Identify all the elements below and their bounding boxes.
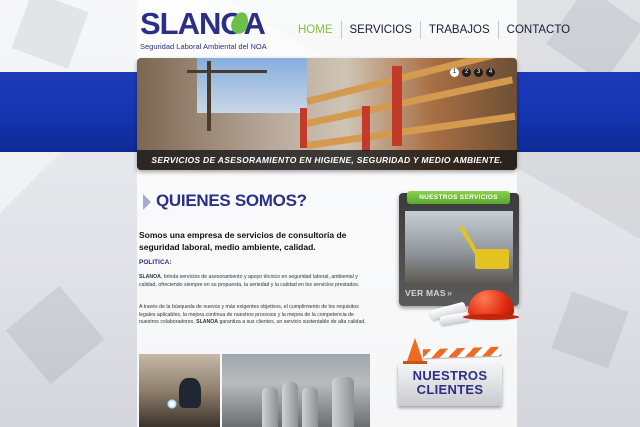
slider-dot[interactable]: 1 <box>450 68 459 77</box>
weld-spark <box>167 399 177 409</box>
silos-photo <box>222 354 370 427</box>
chevron-double-right-icon: » <box>447 288 453 298</box>
nav-contacto[interactable]: CONTACTO <box>497 21 578 39</box>
policy-paragraph-2: A través de la búsqueda de nuevos y más … <box>139 304 371 327</box>
clients-label: NUESTROS CLIENTES <box>398 369 502 397</box>
hero-caption: SERVICIOS DE ASESORAMIENTO EN HIGIENE, S… <box>137 150 517 170</box>
ver-mas-link[interactable]: VER MAS <box>405 288 446 298</box>
hero-post <box>362 106 370 151</box>
triangle-right-icon <box>143 194 151 210</box>
silo <box>262 387 278 427</box>
about-intro: Somos una empresa de servicios de consul… <box>139 230 347 252</box>
slider-dots: 1 2 3 4 <box>450 68 495 77</box>
silo <box>302 387 318 427</box>
about-title: QUIENES SOMOS? <box>156 191 307 210</box>
logo[interactable]: SLANOA Seguridad Laboral Ambiental del N… <box>140 7 275 53</box>
slider-dot[interactable]: 4 <box>486 68 495 77</box>
services-image <box>405 211 513 283</box>
paragraph-text: , brinda servicios de asesoramiento y ap… <box>139 274 360 288</box>
brand-inline: SLANOA <box>139 274 161 280</box>
paragraph-text: garantiza a sus clientes, un servicio su… <box>218 319 366 325</box>
services-title: NUESTROS SERVICIOS <box>407 191 510 204</box>
hero-sky <box>197 58 307 113</box>
nav-trabajos[interactable]: TRABAJOS <box>419 21 498 39</box>
clients-line-1: NUESTROS <box>412 368 488 383</box>
nav-servicios[interactable]: SERVICIOS <box>340 21 420 39</box>
nav-home[interactable]: HOME <box>290 21 341 39</box>
silo <box>282 382 298 427</box>
logo-tagline: Seguridad Laboral Ambiental del NOA <box>140 42 267 51</box>
silo <box>332 377 354 427</box>
hero-crane-arm <box>187 70 267 73</box>
worker-figure <box>179 378 201 408</box>
slider-dot[interactable]: 2 <box>462 68 471 77</box>
hero-crane <box>207 61 211 131</box>
crane-body <box>475 249 509 269</box>
policy-paragraph-1: SLANOA, brinda servicios de asesoramient… <box>139 274 371 289</box>
main-nav: HOME SERVICIOS TRABAJOS CONTACTO <box>290 20 578 40</box>
policy-label: POLITICA: <box>139 259 172 266</box>
hero-post <box>392 66 402 146</box>
welder-photo <box>139 354 220 427</box>
slider-dot[interactable]: 3 <box>474 68 483 77</box>
brand-inline: SLANOA <box>196 319 219 325</box>
hard-hat-brim <box>463 314 519 320</box>
clients-line-2: CLIENTES <box>416 382 484 397</box>
hero-post <box>300 108 307 148</box>
